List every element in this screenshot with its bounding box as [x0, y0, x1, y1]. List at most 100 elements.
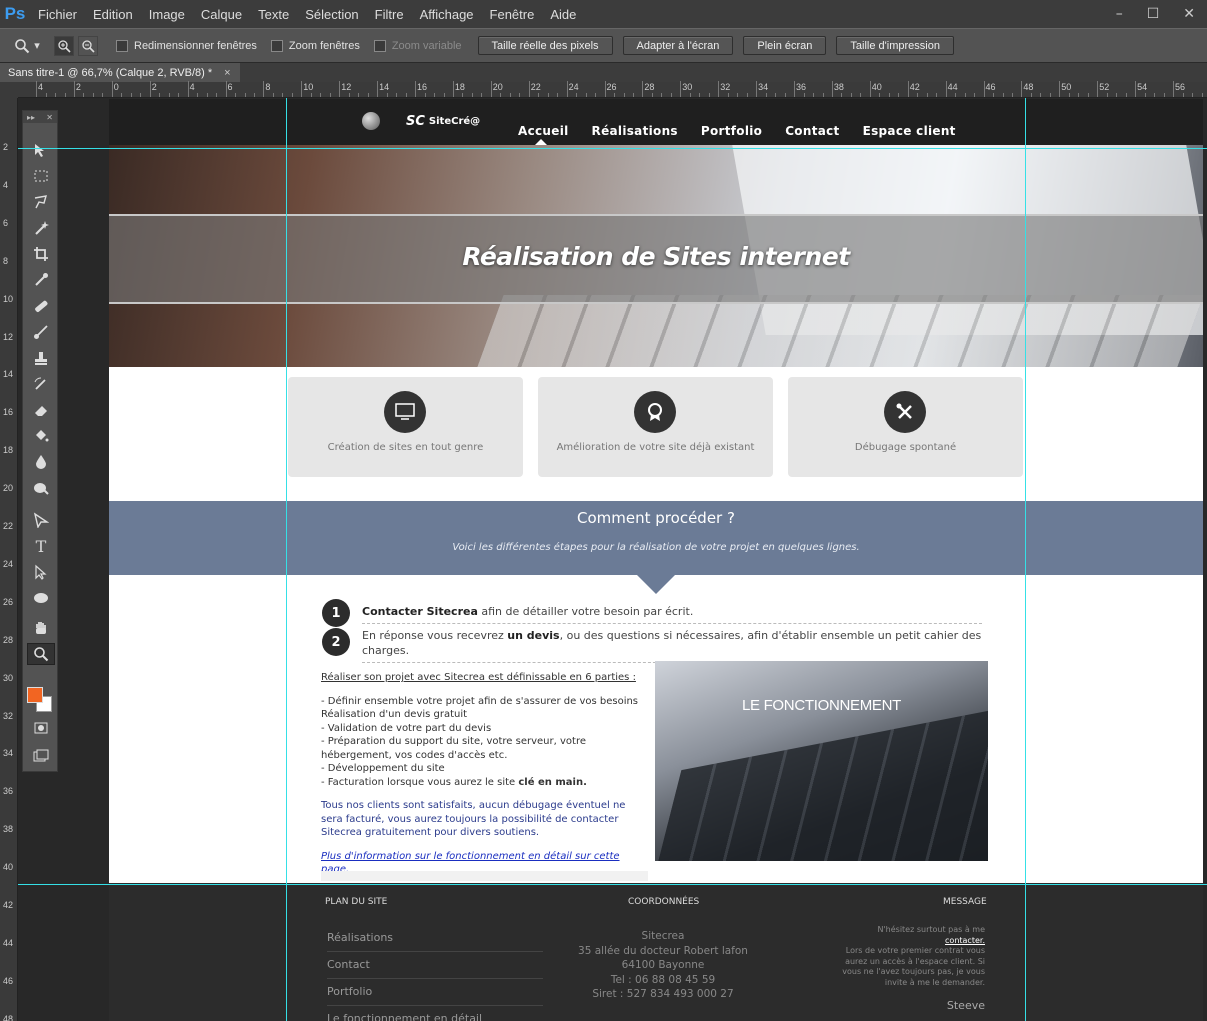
nav-espace-client[interactable]: Espace client	[863, 124, 956, 138]
crop-tool[interactable]	[27, 243, 55, 265]
guide-vertical[interactable]	[1025, 98, 1026, 1021]
ellipse-tool[interactable]	[27, 587, 55, 609]
expand-icon[interactable]: ▸▸	[27, 113, 35, 122]
menu-filtre[interactable]: Filtre	[367, 7, 412, 22]
zoom-tool[interactable]	[27, 643, 55, 665]
hand-tool[interactable]	[27, 617, 55, 639]
print-size-button[interactable]: Taille d'impression	[836, 36, 954, 55]
ruler-h-label: 4	[38, 82, 44, 92]
magic-wand-tool[interactable]	[27, 217, 55, 239]
checkbox-box	[270, 39, 283, 52]
ruler-h-label: 18	[454, 82, 465, 92]
zoom-in-icon	[58, 39, 71, 53]
footer-message: N'hésitez surtout pas à me contacter. Lo…	[829, 925, 985, 988]
nav-accueil[interactable]: Accueil	[518, 124, 569, 138]
guide-horizontal[interactable]	[18, 884, 1207, 885]
paint-bucket-tool[interactable]	[27, 425, 55, 447]
menu-edition[interactable]: Edition	[85, 7, 141, 22]
coord-line: 35 allée du docteur Robert lafon	[578, 944, 748, 957]
step-text: En réponse vous recevrez un devis, ou de…	[362, 628, 982, 663]
zoom-out-button[interactable]	[78, 35, 98, 56]
clone-stamp-tool[interactable]	[27, 347, 55, 369]
nav-realisations[interactable]: Réalisations	[592, 124, 678, 138]
healing-brush-tool[interactable]	[27, 295, 55, 317]
zoom-all-windows-checkbox[interactable]: Zoom fenêtres	[270, 39, 360, 52]
menu-fichier[interactable]: Fichier	[30, 7, 85, 22]
document-tab[interactable]: Sans titre-1 @ 66,7% (Calque 2, RVB/8) *…	[0, 63, 240, 83]
ruler-tick	[1192, 93, 1193, 97]
arrow-icon	[35, 564, 47, 580]
foreground-color-swatch[interactable]	[27, 687, 43, 703]
menu-bar: Ps Fichier Edition Image Calque Texte Sé…	[0, 0, 1207, 28]
menu-fenetre[interactable]: Fenêtre	[482, 7, 543, 22]
ruler-h-label: 24	[568, 82, 579, 92]
footer-link-portfolio[interactable]: Portfolio	[327, 983, 543, 1006]
scrubby-zoom-checkbox[interactable]: Zoom variable	[373, 39, 462, 52]
close-tab-icon[interactable]: ×	[224, 67, 230, 79]
tool-preset-picker[interactable]: ▾	[0, 38, 54, 54]
horizontal-ruler[interactable]: 4 2 0 2 4 6 8 10 12 14 16 18 20 22 24 26 28 30 32 34 36 38 40 4…	[18, 81, 1207, 98]
close-button[interactable]: ✕	[1183, 6, 1195, 22]
card-amelioration[interactable]: Amélioration de votre site déjà existant	[538, 377, 773, 477]
ruler-tick	[955, 93, 957, 97]
history-brush-tool[interactable]	[27, 373, 55, 395]
step-number: 2	[322, 628, 350, 656]
ruler-h-label: 2	[151, 82, 157, 92]
blur-tool[interactable]	[27, 451, 55, 473]
direct-selection-tool[interactable]	[27, 561, 55, 583]
actual-pixels-button[interactable]: Taille réelle des pixels	[477, 36, 613, 55]
footer-link-contact[interactable]: Contact	[327, 956, 543, 979]
fill-screen-button[interactable]: Plein écran	[743, 36, 827, 55]
menu-aide[interactable]: Aide	[542, 7, 584, 22]
screen-mode-tool[interactable]	[27, 745, 55, 767]
quick-mask-tool[interactable]	[27, 717, 55, 739]
ruler-tick	[140, 93, 142, 97]
nav-contact[interactable]: Contact	[785, 124, 839, 138]
ruler-tick	[964, 93, 966, 97]
brush-tool[interactable]	[27, 321, 55, 343]
fit-screen-button[interactable]: Adapter à l'écran	[622, 36, 734, 55]
site-logo[interactable]: SC SiteCré@	[362, 112, 480, 130]
ruler-tick	[813, 93, 814, 97]
vertical-ruler[interactable]: 2 4 6 8 10 12 14 16 18 20 22 24 26 28 30 32 34 36 38 40 42 44…	[0, 98, 18, 1021]
close-panel-icon[interactable]: ✕	[46, 113, 53, 122]
lasso-tool[interactable]	[27, 191, 55, 213]
menu-texte[interactable]: Texte	[250, 7, 297, 22]
guide-vertical[interactable]	[286, 98, 287, 1021]
ruler-tick	[680, 81, 682, 97]
dodge-tool[interactable]	[27, 477, 55, 499]
ruler-tick	[462, 93, 464, 97]
card-debugage[interactable]: Débugage spontané	[788, 377, 1023, 477]
guide-horizontal[interactable]	[18, 148, 1207, 149]
zoom-in-button[interactable]	[54, 35, 74, 56]
menu-selection[interactable]: Sélection	[297, 7, 366, 22]
nav-portfolio[interactable]: Portfolio	[701, 124, 762, 138]
ruler-corner[interactable]	[0, 82, 18, 98]
path-selection-tool[interactable]	[27, 509, 55, 531]
menu-calque[interactable]: Calque	[193, 7, 250, 22]
eyedropper-tool[interactable]	[27, 269, 55, 291]
eraser-tool[interactable]	[27, 399, 55, 421]
ruler-tick	[36, 81, 37, 97]
maximize-button[interactable]: ☐	[1147, 6, 1160, 22]
footer-link-realisations[interactable]: Réalisations	[327, 929, 543, 952]
ruler-tick	[301, 81, 303, 97]
image-title: LE FONCTIONNEMENT	[741, 697, 902, 714]
document-canvas[interactable]: SC SiteCré@ Accueil Réalisations Portfol…	[109, 99, 1203, 1021]
marquee-tool[interactable]	[27, 165, 55, 187]
menu-image[interactable]: Image	[141, 7, 193, 22]
minimize-button[interactable]: –	[1116, 6, 1123, 22]
ruler-tick	[850, 93, 852, 97]
ruler-tick	[159, 93, 161, 97]
ruler-tick	[111, 81, 113, 97]
ruler-tick	[471, 93, 473, 97]
footer-link-fonctionnement[interactable]: Le fonctionnement en détail	[327, 1010, 543, 1021]
move-tool[interactable]	[27, 139, 55, 161]
type-tool[interactable]: T	[27, 535, 55, 557]
site-nav: Accueil Réalisations Portfolio Contact E…	[518, 124, 956, 138]
tools-panel-header[interactable]: ▸▸ ✕	[23, 111, 57, 123]
resize-windows-checkbox[interactable]: Redimensionner fenêtres	[116, 39, 257, 52]
footer-contact-link[interactable]: contacter.	[829, 936, 985, 947]
card-creation[interactable]: Création de sites en tout genre	[288, 377, 523, 477]
menu-affichage[interactable]: Affichage	[412, 7, 482, 22]
